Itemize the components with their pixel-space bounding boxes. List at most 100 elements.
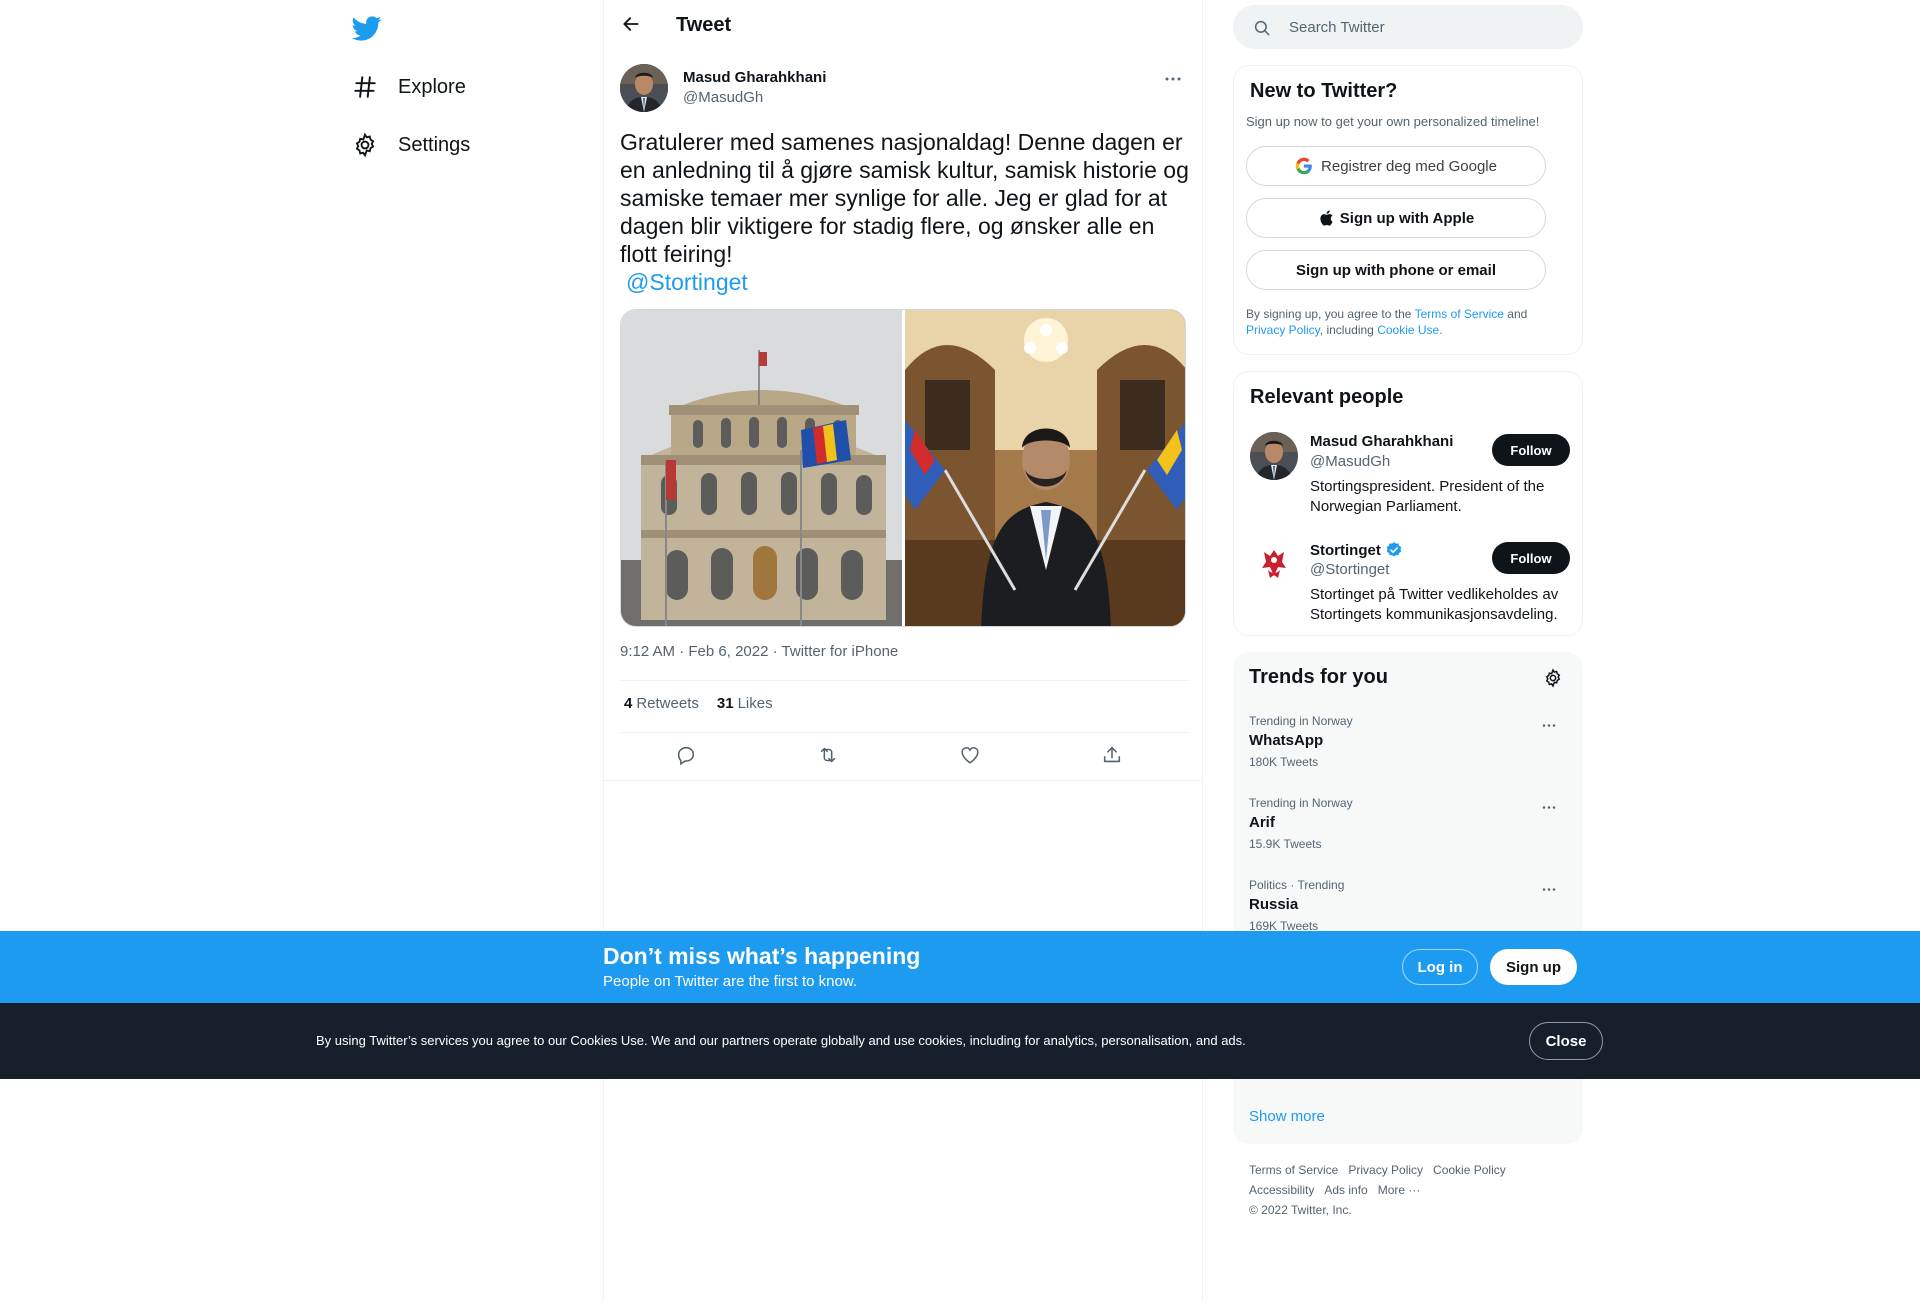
cookie-banner-text: By using Twitter’s services you agree to… (316, 1033, 1246, 1048)
search-bar[interactable] (1233, 5, 1583, 49)
google-signup-label: Registrer deg med Google (1321, 157, 1497, 175)
legal-including: , including (1319, 323, 1374, 337)
reply-button[interactable] (672, 743, 700, 771)
banner-title: Don’t miss what’s happening (603, 943, 921, 969)
footer-cookie-link[interactable]: Cookie Policy (1433, 1163, 1506, 1177)
back-button[interactable] (614, 9, 648, 43)
footer-accessibility-link[interactable]: Accessibility (1249, 1183, 1314, 1197)
relevant-people-card: Relevant people Masud Gharahkhani @Masud… (1233, 371, 1583, 636)
apple-signup-label: Sign up with Apple (1339, 209, 1475, 227)
copyright: © 2022 Twitter, Inc. (1249, 1203, 1352, 1217)
signup-legal: By signing up, you agree to the Terms of… (1246, 306, 1566, 338)
gear-icon (1543, 668, 1563, 692)
footer-ads-link[interactable]: Ads info (1324, 1183, 1367, 1197)
trend-item[interactable]: Trending in Norway Arif 15.9K Tweets (1249, 796, 1569, 866)
divider (620, 732, 1190, 733)
trend-context: Politics · Trending (1249, 878, 1345, 892)
trend-item[interactable]: Trending in Norway WhatsApp 180K Tweets (1249, 714, 1569, 784)
retweet-button[interactable] (814, 743, 842, 771)
like-button[interactable] (956, 743, 984, 771)
author-name[interactable]: Masud Gharahkhani (683, 69, 826, 86)
gear-icon (352, 132, 378, 158)
tweet-text: Gratulerer med samenes nasjonaldag! Denn… (620, 128, 1190, 296)
trends-settings-button[interactable] (1543, 668, 1565, 690)
trend-context: Trending in Norway (1249, 714, 1353, 728)
hashtag-icon (352, 74, 378, 100)
privacy-link[interactable]: Privacy Policy (1246, 323, 1320, 337)
follow-button[interactable]: Follow (1492, 434, 1570, 466)
avatar[interactable] (1250, 432, 1298, 480)
footer-more-link[interactable]: More ··· (1378, 1183, 1421, 1197)
trend-name: Arif (1249, 814, 1275, 831)
tweet-image-portrait[interactable] (905, 310, 1185, 626)
retweets-label: Retweets (636, 695, 699, 712)
footer-privacy-link[interactable]: Privacy Policy (1348, 1163, 1423, 1177)
page-title: Tweet (676, 14, 732, 36)
cookie-use-link[interactable]: Cookie Use. (1377, 323, 1442, 337)
cookie-banner: By using Twitter’s services you agree to… (0, 1003, 1920, 1079)
retweets-stat[interactable]: 4 Retweets (624, 695, 699, 712)
nav-explore-label: Explore (398, 75, 466, 98)
show-more-link[interactable]: Show more (1249, 1108, 1325, 1125)
person-handle[interactable]: @Stortinget (1310, 561, 1389, 578)
footer-terms-link[interactable]: Terms of Service (1249, 1163, 1338, 1177)
person-name[interactable]: Masud Gharahkhani (1310, 433, 1453, 450)
tweet-more-button[interactable] (1160, 68, 1186, 88)
trend-more-button[interactable] (1539, 798, 1559, 814)
arrow-left-icon (621, 14, 641, 39)
reply-icon (675, 744, 697, 771)
footer-links: Terms of Service Privacy Policy Cookie Pol… (1249, 1160, 1579, 1220)
main-column: Tweet Masud Gharahkhani @MasudGh Gratule… (603, 0, 1203, 1301)
banner-subtitle: People on Twitter are the first to know. (603, 973, 858, 990)
avatar[interactable] (620, 64, 668, 112)
follow-button[interactable]: Follow (1492, 542, 1570, 574)
likes-count: 31 (716, 695, 734, 712)
trend-count: 180K Tweets (1249, 755, 1319, 769)
login-button[interactable]: Log in (1402, 949, 1478, 985)
legal-prefix: By signing up, you agree to the (1246, 307, 1412, 321)
tweet-body: Gratulerer med samenes nasjonaldag! Denn… (620, 129, 1189, 267)
trend-more-button[interactable] (1539, 880, 1559, 896)
google-signup-button[interactable]: Registrer deg med Google (1246, 146, 1546, 186)
more-dots-icon (1164, 69, 1182, 87)
terms-link[interactable]: Terms of Service (1415, 307, 1504, 321)
tweet-source[interactable]: Twitter for iPhone (782, 643, 899, 660)
person-bio: Stortinget på Twitter vedlikeholdes av S… (1310, 586, 1559, 623)
twitter-bird-icon[interactable] (351, 13, 382, 43)
tweet-date[interactable]: Feb 6, 2022 (688, 643, 768, 660)
tweet-meta: 9:12 AM · Feb 6, 2022 · Twitter for iPho… (620, 643, 899, 660)
mention-link[interactable]: @Stortinget (626, 269, 748, 295)
page-header: Tweet (604, 0, 1204, 53)
person-handle[interactable]: @MasudGh (1310, 453, 1390, 470)
search-input[interactable] (1289, 15, 1559, 39)
tweet-actions (620, 740, 1190, 774)
apple-icon (1318, 209, 1334, 227)
nav-explore[interactable]: Explore (352, 65, 466, 109)
nav-settings[interactable]: Settings (352, 123, 470, 167)
nav-settings-label: Settings (398, 133, 471, 156)
trends-title: Trends for you (1249, 666, 1388, 688)
share-button[interactable] (1098, 743, 1126, 771)
likes-label: Likes (737, 695, 773, 712)
cookie-close-button[interactable]: Close (1529, 1022, 1603, 1060)
signup-button[interactable]: Sign up (1490, 949, 1577, 985)
avatar[interactable] (1250, 540, 1298, 588)
tweet-image-parliament[interactable] (621, 310, 902, 626)
more-dots-icon (1541, 879, 1557, 897)
phone-email-signup-button[interactable]: Sign up with phone or email (1246, 250, 1546, 290)
person-bio: Stortingspresident. President of the Nor… (1310, 478, 1545, 515)
person-name-text: Stortinget (1310, 541, 1381, 559)
google-icon (1295, 157, 1313, 175)
likes-stat[interactable]: 31 Likes (717, 695, 773, 712)
retweet-icon (817, 744, 839, 771)
apple-signup-button[interactable]: Sign up with Apple (1246, 198, 1546, 238)
verified-badge-icon (1385, 541, 1403, 559)
trend-more-button[interactable] (1539, 716, 1559, 732)
tweet-author: Masud Gharahkhani @MasudGh (620, 64, 1190, 114)
trend-name: Russia (1249, 896, 1299, 913)
author-handle[interactable]: @MasudGh (683, 89, 763, 106)
tweet-media (620, 309, 1186, 627)
tweet-time[interactable]: 9:12 AM (620, 643, 675, 660)
share-icon (1101, 744, 1123, 771)
person-name[interactable]: Stortinget (1310, 541, 1403, 559)
